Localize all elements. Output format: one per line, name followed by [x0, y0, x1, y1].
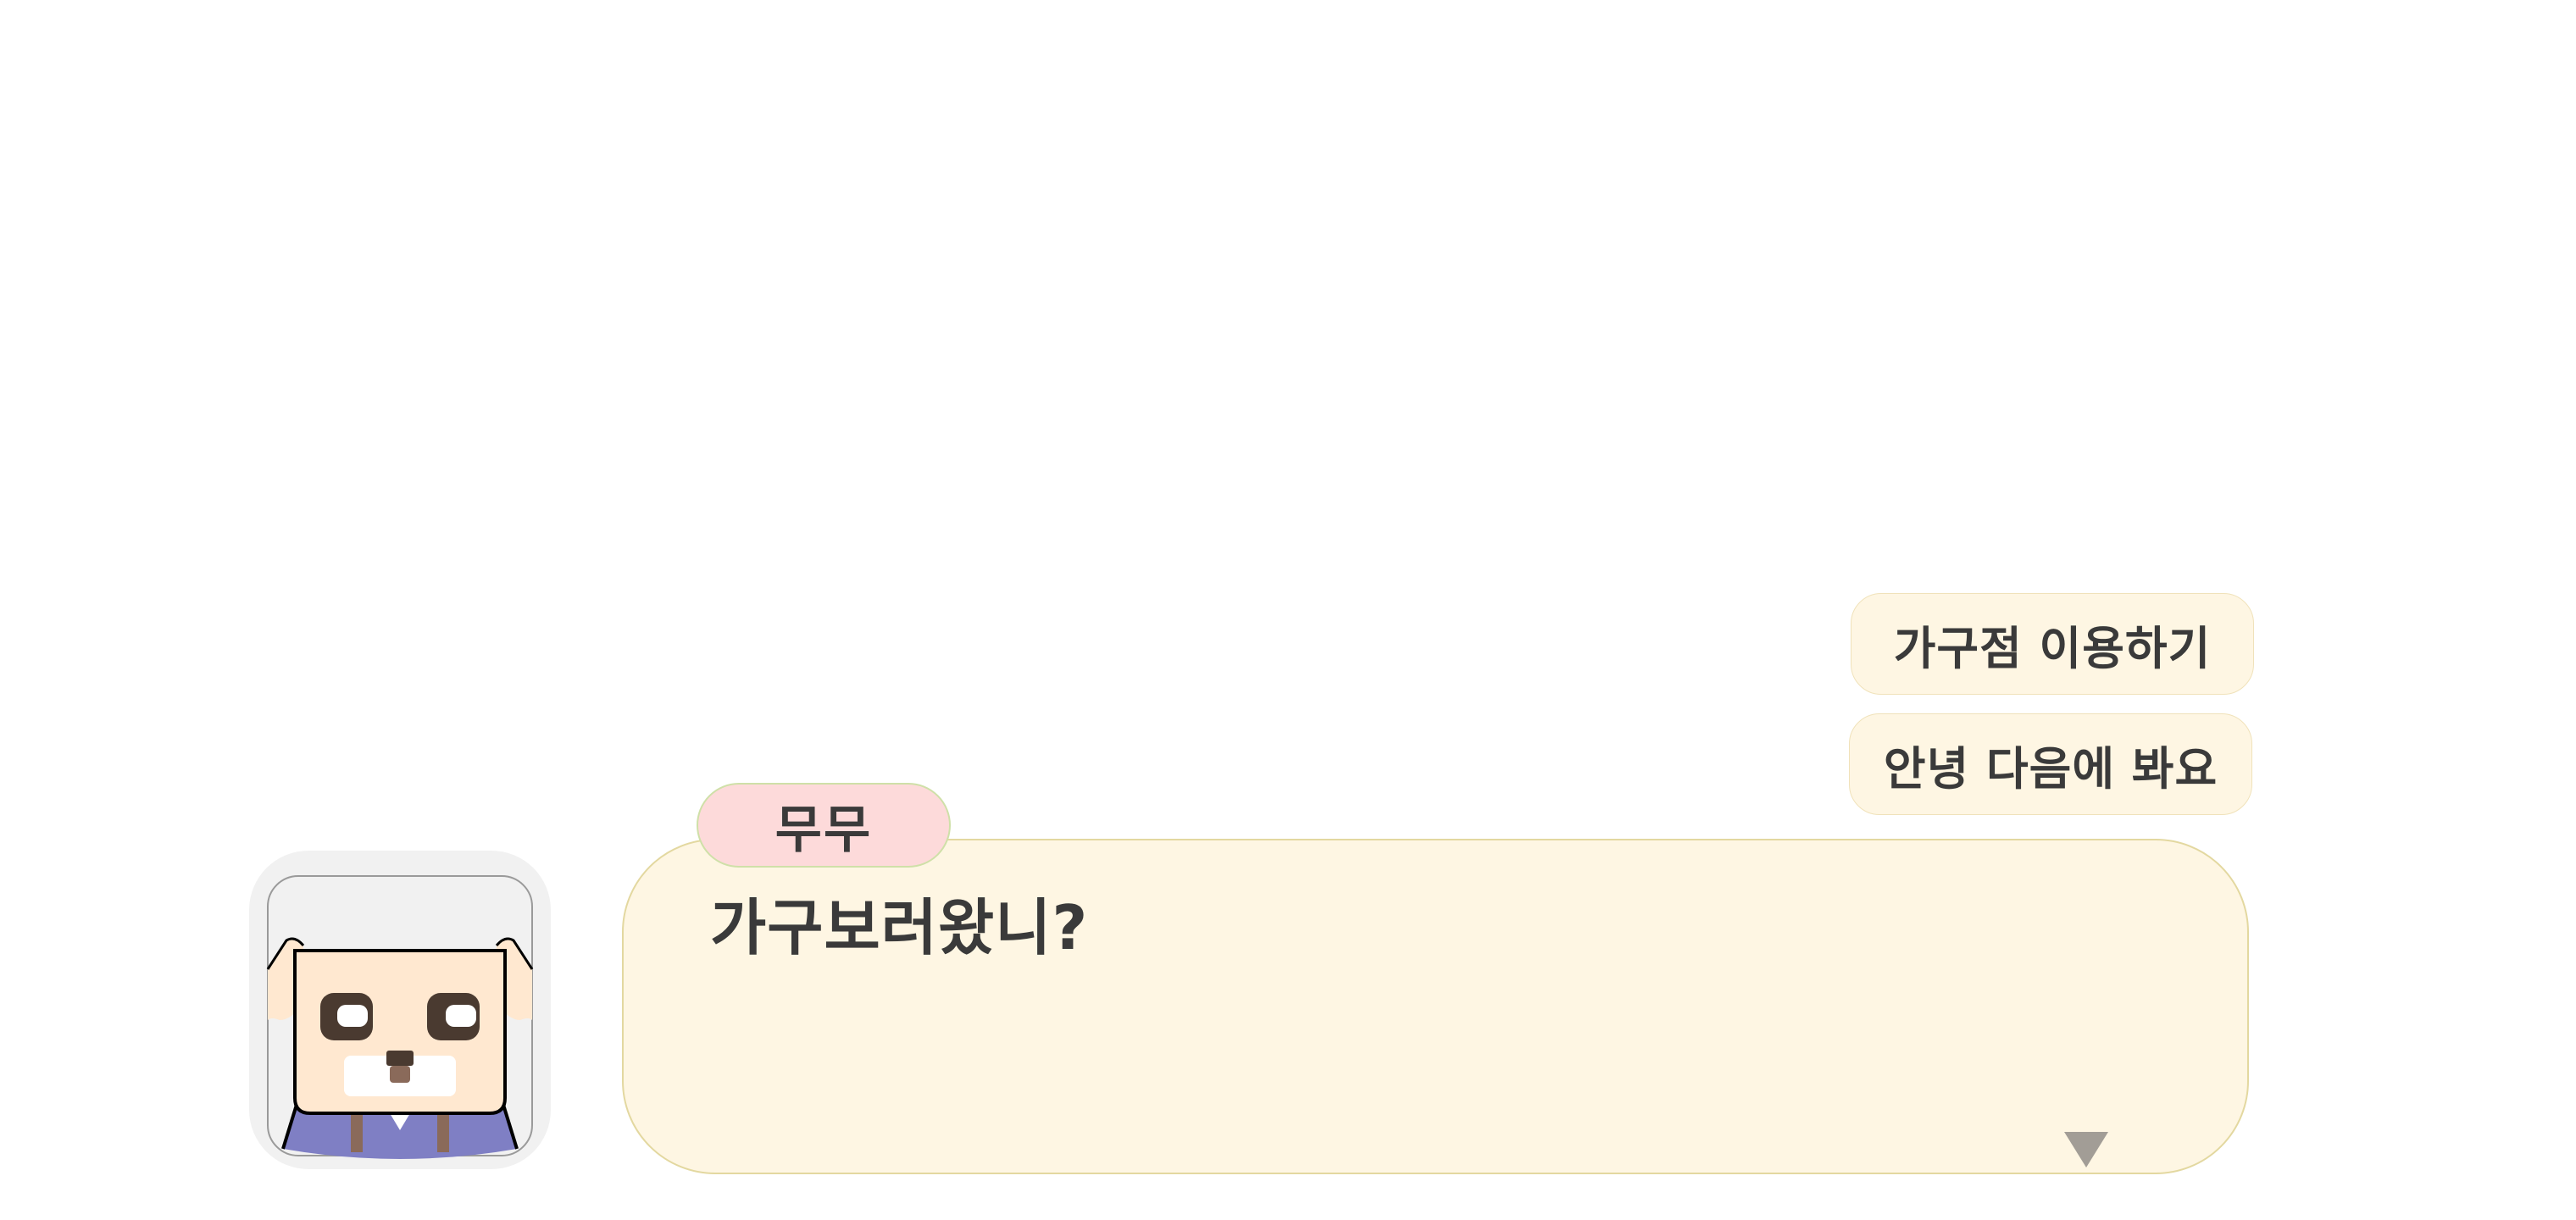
choice-button-use-furniture-shop[interactable]: 가구점 이용하기	[1851, 593, 2254, 695]
speaker-name-tag: 무무	[697, 783, 951, 868]
choice-button-goodbye[interactable]: 안녕 다음에 봐요	[1849, 713, 2252, 815]
triangle-down-icon[interactable]	[2064, 1132, 2108, 1167]
shopkeeper-avatar-icon	[266, 875, 534, 1159]
dialogue-text: 가구보러왔니?	[710, 892, 1089, 963]
character-portrait	[249, 851, 551, 1169]
game-screen: 가구점 이용하기 안녕 다음에 봐요 가구보러왔니? 무무	[0, 0, 2576, 1220]
